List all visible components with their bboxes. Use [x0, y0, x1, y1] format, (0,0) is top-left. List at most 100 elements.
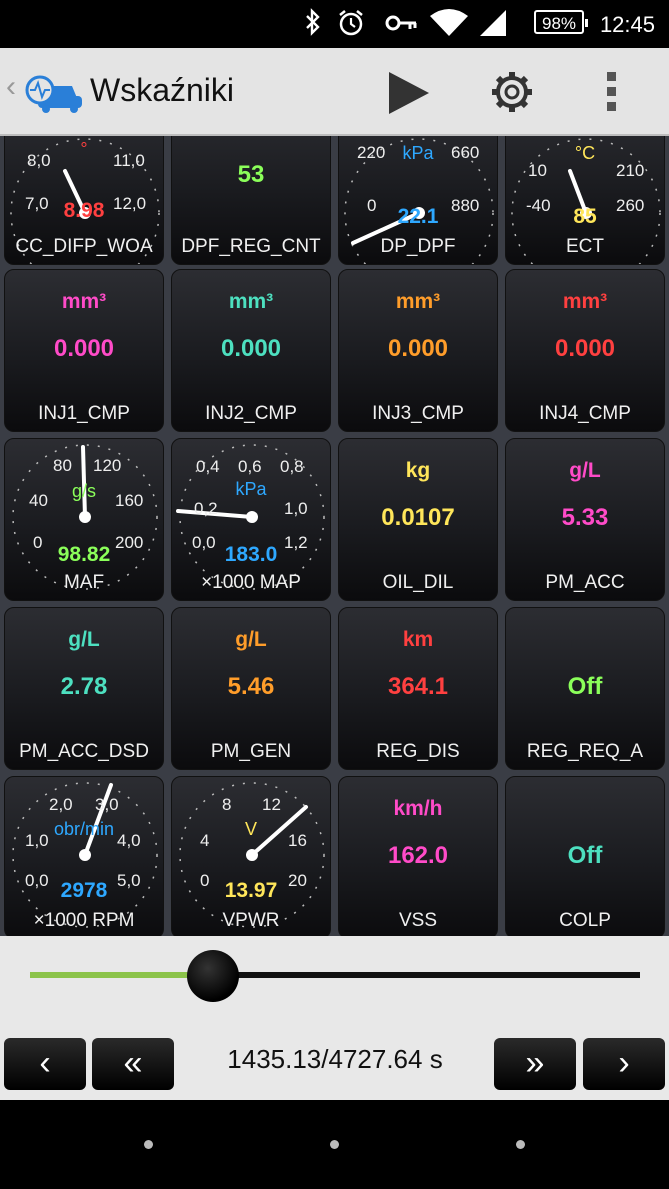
- tile-label: ×1000 MAP: [201, 572, 301, 593]
- gauge-tile-map[interactable]: 0,4 0,6 0,8 0,2 1,0 0,0 1,2 kPa 183.0 ×1…: [171, 438, 331, 601]
- tick-label: 10: [528, 161, 547, 180]
- gauge-tile-reg-dis[interactable]: km 364.1 REG_DIS: [338, 607, 498, 770]
- tile-value: 5.46: [227, 673, 275, 700]
- tile-label: ECT: [566, 236, 604, 257]
- tile-label: ×1000 RPM: [33, 910, 135, 931]
- tick-label: 12: [262, 795, 281, 814]
- tick-label: 0,8: [280, 457, 304, 476]
- settings-gear-icon[interactable]: [488, 68, 536, 116]
- gauge-tile-inj2-cmp[interactable]: mm³ 0.000 INJ2_CMP: [171, 269, 331, 432]
- tile-label: PM_GEN: [210, 741, 292, 762]
- tile-label: MAF: [63, 572, 105, 593]
- tile-label: INJ4_CMP: [539, 403, 631, 424]
- gauge-tile-pm-acc-dsd[interactable]: g/L 2.78 PM_ACC_DSD: [4, 607, 164, 770]
- gauge-tile-colp[interactable]: Off COLP: [505, 776, 665, 936]
- clock: 12:45: [599, 12, 655, 37]
- tile-label: REG_REQ_A: [526, 741, 644, 762]
- gauge-unit: obr/min: [53, 819, 115, 839]
- gauge-tile-inj1-cmp[interactable]: mm³ 0.000 INJ1_CMP: [4, 269, 164, 432]
- tile-value: 0.000: [53, 335, 115, 362]
- tile-unit: mm³: [61, 290, 107, 313]
- play-icon[interactable]: [386, 70, 432, 116]
- slider-track-progress[interactable]: [30, 972, 213, 978]
- alarm-icon: [339, 10, 363, 36]
- slider-track-remaining[interactable]: [213, 972, 640, 978]
- gauge-grid: 8,0 11,0 7,0 12,0 ° 8.98 CC_DIFP_WOA 53 …: [0, 136, 669, 936]
- gauge-tile-pm-acc[interactable]: g/L 5.33 PM_ACC: [505, 438, 665, 601]
- tile-value: 364.1: [387, 673, 449, 700]
- gauge-unit: g/s: [71, 481, 96, 501]
- gauge-value: 98.82: [57, 543, 111, 566]
- fast-forward-button[interactable]: »: [494, 1038, 576, 1090]
- gauge-tile-oil-dil[interactable]: kg 0.0107 OIL_DIL: [338, 438, 498, 601]
- gauge-value: 2978: [60, 879, 108, 902]
- gauge-value: 85: [573, 205, 597, 228]
- tick-label: 3,0: [95, 795, 119, 814]
- overflow-menu-icon[interactable]: [604, 70, 620, 114]
- gauge-tile-cc-difp-woa[interactable]: 8,0 11,0 7,0 12,0 ° 8.98 CC_DIFP_WOA: [4, 136, 164, 265]
- gauge-tile-ect[interactable]: 10 210 -40 260 °C 85 ECT: [505, 136, 665, 265]
- tile-value: 0.0107: [381, 504, 455, 531]
- tile-value: Off: [567, 673, 603, 700]
- tile-value: 0.000: [554, 335, 616, 362]
- tile-label: DPF_REG_CNT: [181, 236, 321, 257]
- tile-label: INJ1_CMP: [38, 403, 130, 424]
- tile-value: 0.000: [387, 335, 449, 362]
- bluetooth-icon: [306, 8, 320, 36]
- tile-unit: mm³: [395, 290, 441, 313]
- gauge-value: 8.98: [63, 199, 105, 222]
- gauge-tile-vpwr[interactable]: 8 12 4 16 0 20 V 13.97 VPWR: [171, 776, 331, 936]
- gauge-unit: °C: [574, 143, 596, 163]
- tile-unit: mm³: [228, 290, 274, 313]
- tile-unit: km/h: [393, 797, 443, 820]
- gauge-tile-inj3-cmp[interactable]: mm³ 0.000 INJ3_CMP: [338, 269, 498, 432]
- gauge-tile-maf[interactable]: 80 120 40 160 0 200 g/s 98.82 MAF: [4, 438, 164, 601]
- gauge-tile-vss[interactable]: km/h 162.0 VSS: [338, 776, 498, 936]
- previous-button[interactable]: ‹: [4, 1038, 86, 1090]
- tile-label: INJ2_CMP: [205, 403, 297, 424]
- nav-recents-dot[interactable]: [516, 1140, 525, 1149]
- gauge-unit: V: [244, 819, 257, 839]
- tile-value: Off: [567, 842, 603, 869]
- tick-label: 210: [616, 161, 645, 180]
- slider-thumb[interactable]: [187, 950, 239, 1002]
- gauge-tile-dp-dpf[interactable]: 220 660 0 880 kPa 22.1 DP_DPF: [338, 136, 498, 265]
- gauge-tile-dpf-reg-cnt[interactable]: 53 DPF_REG_CNT: [171, 136, 331, 265]
- tile-value: 2.78: [60, 673, 108, 700]
- gauge-tile-inj4-cmp[interactable]: mm³ 0.000 INJ4_CMP: [505, 269, 665, 432]
- key-icon: [385, 15, 417, 31]
- back-arrow-icon[interactable]: ‹: [6, 70, 16, 104]
- car-diagnostics-logo-icon[interactable]: [24, 68, 84, 114]
- gauge-tile-pm-gen[interactable]: g/L 5.46 PM_GEN: [171, 607, 331, 770]
- gauge-tile-rpm[interactable]: 2,0 3,0 1,0 4,0 0,0 5,0 obr/min 2978 ×10…: [4, 776, 164, 936]
- tick-label: 0,4: [196, 457, 220, 476]
- tile-label: PM_ACC: [545, 572, 625, 593]
- system-navigation-bar: [0, 1100, 669, 1189]
- tile-label: PM_ACC_DSD: [19, 741, 149, 762]
- tick-label: 1,0: [284, 499, 308, 518]
- tile-unit: g/L: [569, 459, 601, 482]
- gauge-tile-reg-req-a[interactable]: Off REG_REQ_A: [505, 607, 665, 770]
- nav-home-dot[interactable]: [330, 1140, 339, 1149]
- app-bar: ‹ Wskaźniki: [0, 48, 669, 136]
- tick-label: 0,6: [238, 457, 262, 476]
- tick-label: 0,2: [194, 499, 218, 518]
- time-readout: 1435.13/4727.64 s: [227, 1044, 443, 1074]
- tile-label: COLP: [559, 910, 611, 931]
- gauge-unit: kPa: [235, 479, 267, 499]
- battery-indicator: 98%: [534, 10, 588, 34]
- tick-label: 120: [93, 456, 122, 475]
- tile-unit: g/L: [68, 628, 100, 651]
- page-title: Wskaźniki: [90, 72, 235, 108]
- tile-unit: kg: [405, 459, 431, 482]
- tile-value: 162.0: [387, 842, 449, 869]
- gauge-unit: kPa: [402, 143, 434, 163]
- gauge-unit: °: [80, 139, 88, 159]
- gauge-value: 13.97: [224, 879, 278, 902]
- next-button[interactable]: ›: [583, 1038, 665, 1090]
- signal-icon: [480, 10, 506, 36]
- rewind-button[interactable]: «: [92, 1038, 174, 1090]
- nav-back-dot[interactable]: [144, 1140, 153, 1149]
- tile-label: VSS: [398, 910, 438, 931]
- gauge-value: 22.1: [397, 205, 439, 228]
